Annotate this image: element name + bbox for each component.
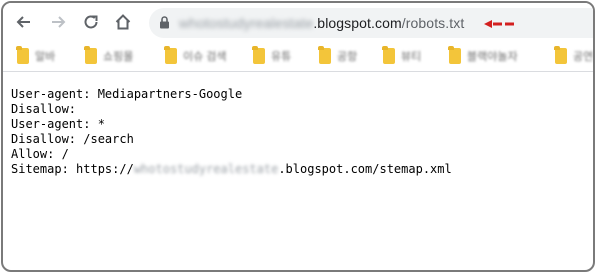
robots-txt-content: User-agent: Mediapartners-Google Disallow…	[11, 87, 452, 177]
bookmark-label: 이슈 검색	[183, 51, 227, 63]
url-blurred-subdomain: whotostudyrealestate	[179, 15, 314, 31]
sitemap-line: Sitemap: https://whotostudyrealestate.bl…	[11, 162, 452, 177]
url-domain: .blogspot.com	[313, 15, 402, 31]
url-path: /robots.txt	[401, 15, 465, 31]
bookmarks-bar: 알바 쇼핑몰 이슈 검색 유튜 공항 뷰티 블랙야놀자 공연	[3, 41, 593, 72]
folder-icon	[164, 46, 177, 64]
bookmark-folder[interactable]: 유튜	[252, 46, 292, 65]
folder-icon	[252, 46, 265, 64]
bookmark-label: 공연	[573, 51, 594, 63]
bookmark-folder[interactable]: 쇼핑몰	[84, 46, 134, 65]
reload-button[interactable]	[78, 9, 104, 35]
forward-arrow-icon	[52, 16, 66, 28]
robots-line: User-agent: *	[11, 117, 105, 131]
home-button[interactable]	[110, 9, 136, 35]
bookmark-label: 뷰티	[401, 51, 422, 63]
back-button[interactable]	[11, 9, 37, 35]
home-icon	[115, 14, 131, 30]
bookmark-label: 쇼핑몰	[103, 51, 134, 63]
browser-toolbar: whotostudyrealestate.blogspot.com/robots…	[3, 3, 593, 41]
folder-icon	[318, 46, 331, 64]
bookmark-folder[interactable]: 뷰티	[382, 46, 422, 65]
folder-icon	[84, 46, 97, 64]
bookmark-folder[interactable]: 알바	[16, 46, 56, 65]
folder-icon	[448, 46, 461, 64]
bookmark-folder[interactable]: 이슈 검색	[164, 46, 227, 65]
bookmark-label: 블랙야놀자	[467, 51, 518, 63]
reload-icon	[84, 15, 98, 29]
url-text: whotostudyrealestate.blogspot.com/robots…	[179, 15, 464, 31]
forward-button[interactable]	[45, 9, 71, 35]
folder-icon	[382, 46, 395, 64]
bookmark-folder[interactable]: 블랙야놀자	[448, 46, 518, 65]
robots-line: User-agent: Mediapartners-Google	[11, 87, 243, 101]
back-arrow-icon	[16, 16, 30, 28]
red-arrow-annotation-icon	[484, 20, 514, 28]
sitemap-prefix: Sitemap: https://	[11, 162, 134, 176]
browser-window: whotostudyrealestate.blogspot.com/robots…	[1, 1, 595, 272]
bookmark-folder[interactable]: 공연	[554, 46, 594, 65]
robots-line: Disallow: /search	[11, 132, 134, 146]
robots-line: Allow: /	[11, 147, 69, 161]
folder-icon	[554, 46, 567, 64]
bookmark-label: 공항	[337, 51, 358, 63]
folder-icon	[16, 46, 29, 64]
bookmark-folder[interactable]: 공항	[318, 46, 358, 65]
sitemap-suffix: .blogspot.com/stemap.xml	[278, 162, 452, 176]
sitemap-blurred-subdomain: whotostudyrealestate	[133, 162, 279, 176]
address-bar[interactable]: whotostudyrealestate.blogspot.com/robots…	[149, 8, 593, 38]
lock-icon	[160, 16, 169, 29]
robots-line: Disallow:	[11, 102, 77, 116]
bookmark-label: 알바	[35, 51, 56, 63]
bookmark-label: 유튜	[271, 51, 292, 63]
